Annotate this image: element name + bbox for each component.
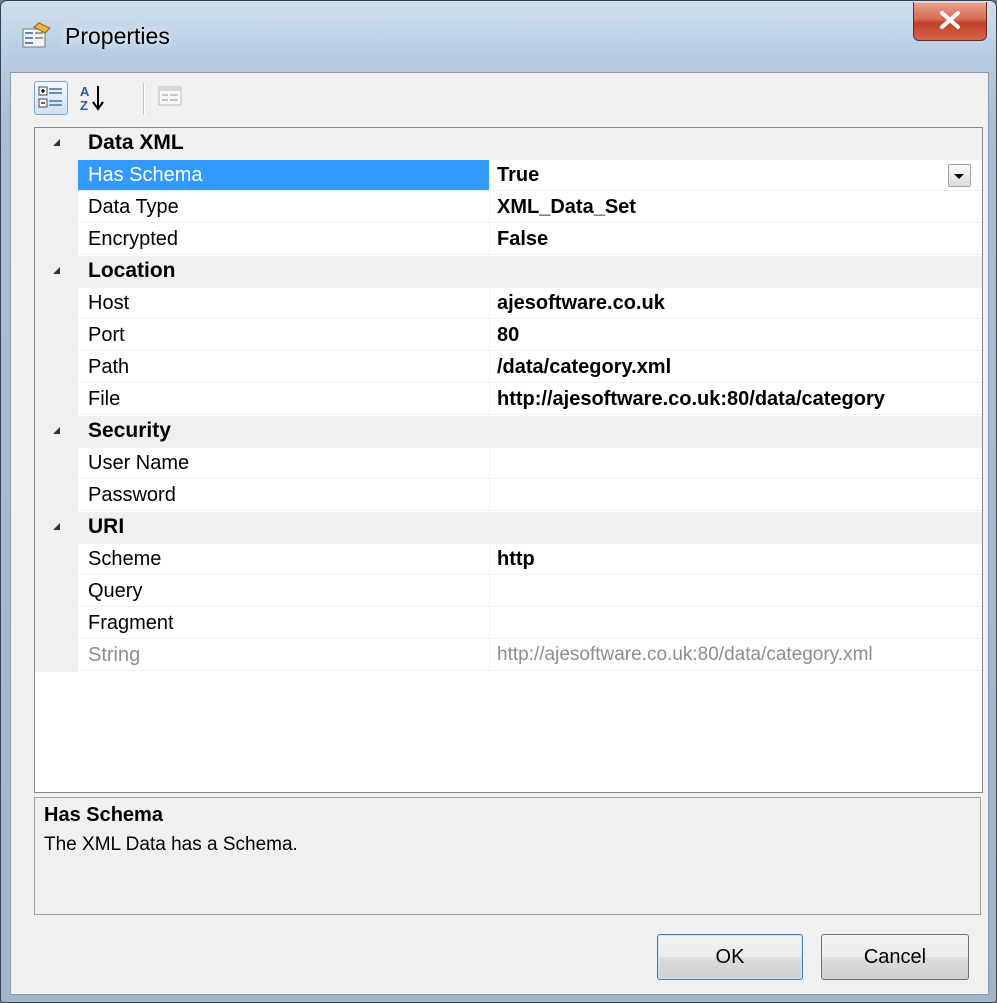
property-row-port[interactable]: Port 80 [35, 320, 982, 352]
row-gutter [35, 448, 78, 480]
sort-az-icon: A Z [80, 84, 104, 113]
category-label: Security [88, 419, 171, 442]
row-gutter [35, 192, 78, 224]
property-value[interactable]: http://ajesoftware.co.uk:80/data/categor… [490, 384, 982, 415]
properties-icon [21, 21, 53, 51]
property-value[interactable]: 80 [490, 320, 982, 351]
help-description: The XML Data has a Schema. [44, 834, 298, 855]
category-security[interactable]: Security [35, 416, 982, 448]
window-title: Properties [65, 23, 170, 49]
property-name[interactable]: Query [78, 576, 489, 607]
row-gutter [35, 608, 78, 640]
property-value[interactable]: http://ajesoftware.co.uk:80/data/categor… [490, 640, 982, 671]
category-location[interactable]: Location [35, 256, 982, 288]
property-row-user-name[interactable]: User Name [35, 448, 982, 480]
property-row-encrypted[interactable]: Encrypted False [35, 224, 982, 256]
row-gutter [35, 160, 78, 192]
property-name[interactable]: Has Schema [78, 160, 489, 191]
row-gutter [35, 224, 78, 256]
category-gutter [35, 128, 78, 160]
property-name[interactable]: Path [78, 352, 489, 383]
property-pages-icon [158, 86, 182, 106]
row-gutter [35, 288, 78, 320]
category-gutter [35, 256, 78, 288]
property-row-host[interactable]: Host ajesoftware.co.uk [35, 288, 982, 320]
category-label: Data XML [88, 131, 184, 154]
property-name[interactable]: Data Type [78, 192, 489, 223]
category-gutter [35, 416, 78, 448]
property-value[interactable]: False [490, 224, 982, 255]
property-value[interactable]: True [490, 160, 982, 191]
property-row-scheme[interactable]: Scheme http [35, 544, 982, 576]
property-name[interactable]: String [78, 640, 489, 671]
collapse-icon[interactable] [53, 267, 60, 274]
cancel-button[interactable]: Cancel [821, 934, 969, 980]
property-value[interactable] [490, 576, 982, 607]
category-gutter [35, 512, 78, 544]
property-value[interactable] [490, 608, 982, 639]
property-value[interactable]: /data/category.xml [490, 352, 982, 383]
property-value[interactable]: http [490, 544, 982, 575]
property-row-file[interactable]: File http://ajesoftware.co.uk:80/data/ca… [35, 384, 982, 416]
property-pages-button[interactable] [154, 81, 188, 115]
property-row-password[interactable]: Password [35, 480, 982, 512]
dialog-client-area: A Z Data XML Has Schema True Data Type X… [10, 72, 989, 995]
collapse-icon[interactable] [53, 427, 60, 434]
property-name[interactable]: File [78, 384, 489, 415]
help-title: Has Schema [44, 804, 163, 826]
property-value[interactable]: ajesoftware.co.uk [490, 288, 982, 319]
row-gutter [35, 384, 78, 416]
toolbar-separator [143, 83, 144, 115]
row-gutter [35, 576, 78, 608]
property-row-fragment[interactable]: Fragment [35, 608, 982, 640]
categorized-icon [38, 86, 62, 108]
property-name[interactable]: Port [78, 320, 489, 351]
property-row-has-schema[interactable]: Has Schema True [35, 160, 982, 192]
svg-text:A: A [80, 84, 90, 99]
value-dropdown-button[interactable] [948, 164, 971, 187]
property-row-path[interactable]: Path /data/category.xml [35, 352, 982, 384]
row-gutter [35, 480, 78, 512]
category-label: URI [88, 515, 125, 538]
alphabetical-button[interactable]: A Z [77, 81, 111, 115]
property-row-data-type[interactable]: Data Type XML_Data_Set [35, 192, 982, 224]
row-gutter [35, 352, 78, 384]
row-gutter [35, 544, 78, 576]
close-icon [940, 11, 960, 29]
close-button[interactable] [913, 2, 987, 41]
row-gutter [35, 640, 78, 672]
property-grid-toolbar: A Z [11, 73, 988, 127]
svg-text:Z: Z [80, 98, 88, 113]
property-row-query[interactable]: Query [35, 576, 982, 608]
property-value[interactable] [490, 480, 982, 511]
property-name[interactable]: Host [78, 288, 489, 319]
property-grid[interactable]: Data XML Has Schema True Data Type XML_D… [34, 127, 983, 793]
property-name[interactable]: User Name [78, 448, 489, 479]
collapse-icon[interactable] [53, 139, 60, 146]
ok-button[interactable]: OK [657, 934, 803, 980]
property-name[interactable]: Encrypted [78, 224, 489, 255]
property-name[interactable]: Scheme [78, 544, 489, 575]
property-value[interactable]: XML_Data_Set [490, 192, 982, 223]
property-name[interactable]: Fragment [78, 608, 489, 639]
category-label: Location [88, 259, 176, 282]
title-bar[interactable]: Properties [1, 1, 996, 73]
help-pane: Has Schema The XML Data has a Schema. [34, 797, 981, 915]
category-uri[interactable]: URI [35, 512, 982, 544]
properties-window: Properties A Z Data XML Has Schema True … [0, 0, 997, 1003]
categorized-button[interactable] [34, 81, 68, 115]
property-name[interactable]: Password [78, 480, 489, 511]
property-value[interactable] [490, 448, 982, 479]
dropdown-arrow-icon [954, 174, 964, 179]
property-row-string[interactable]: String http://ajesoftware.co.uk:80/data/… [35, 640, 982, 672]
row-gutter [35, 320, 78, 352]
collapse-icon[interactable] [53, 523, 60, 530]
category-data-xml[interactable]: Data XML [35, 128, 982, 160]
